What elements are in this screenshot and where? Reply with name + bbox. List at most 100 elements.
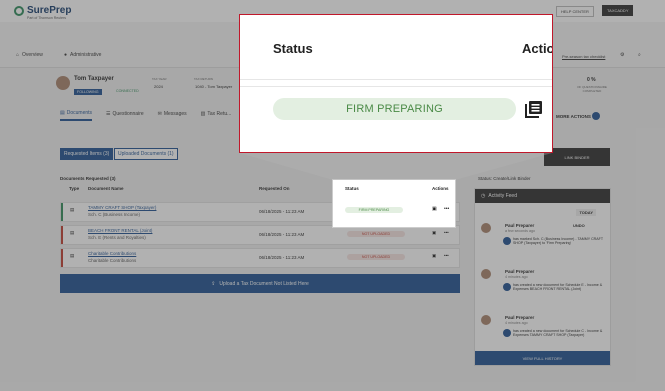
tax-return-icon: ▥ bbox=[200, 111, 206, 117]
zoom-status-header: Status bbox=[273, 41, 313, 56]
more-icon[interactable]: ••• bbox=[444, 230, 449, 235]
binder-icon[interactable]: ▣ bbox=[432, 253, 436, 259]
client-avatar bbox=[56, 76, 70, 90]
binder-icon[interactable] bbox=[524, 99, 544, 119]
link-binder-button[interactable]: LINK BINDER bbox=[544, 148, 610, 166]
upload-icon: ⇪ bbox=[211, 280, 216, 287]
brand-subtitle: Part of Thomson Reuters bbox=[27, 16, 67, 20]
brand-name: SurePrep bbox=[27, 5, 72, 16]
connected-badge: CONNECTED bbox=[116, 89, 139, 93]
tab-messages[interactable]: ✉ Messages bbox=[158, 110, 187, 121]
document-subtitle: Charitable Contributions bbox=[88, 258, 137, 263]
documents-heading: Documents Requested (3) bbox=[60, 176, 116, 181]
doc-type-icon: ▤ bbox=[70, 207, 75, 212]
col-document-name: Document Name bbox=[88, 186, 124, 191]
user-avatar bbox=[481, 315, 491, 325]
home-icon: ⌂ bbox=[16, 52, 20, 58]
feed-time: a few seconds ago bbox=[505, 229, 535, 233]
more-icon[interactable]: ••• bbox=[444, 206, 449, 212]
binder-icon[interactable]: ▣ bbox=[432, 230, 436, 236]
tab-messages-label: Messages bbox=[163, 111, 187, 117]
user-avatar bbox=[481, 269, 491, 279]
feed-text: has marked Sch. C (Business Income) - TA… bbox=[513, 237, 604, 246]
view-full-history-label: VIEW FULL HISTORY bbox=[522, 355, 563, 361]
col-type: Type bbox=[69, 186, 80, 191]
feed-author: Paul Preparer bbox=[505, 315, 535, 320]
row-status-bar bbox=[61, 203, 63, 221]
tab-bar: ▤ Documents ☰ Questionnaire ✉ Messages ▥ Tax… bbox=[60, 110, 231, 121]
document-link[interactable]: TAMMY CRAFT SHOP (Taxpayer) bbox=[88, 205, 156, 210]
feed-item: Paul Preparer 4 minutes ago has created … bbox=[481, 315, 602, 337]
questionnaire-percent-label: OF QUESTIONNAIRE COMPLETED bbox=[577, 85, 607, 93]
feed-item: Paul Preparer 4 minutes ago has created … bbox=[481, 269, 602, 291]
nav-administrative[interactable]: ● Administrative bbox=[64, 52, 101, 58]
upload-document-label: Upload a Tax Document Not Listed Here bbox=[219, 280, 309, 287]
spot-status-header: Status bbox=[345, 186, 359, 191]
account-menu-button[interactable]: TAXCADDY bbox=[602, 5, 634, 16]
zoom-status-label: FIRM PREPARING bbox=[346, 103, 443, 115]
more-icon[interactable]: ••• bbox=[444, 253, 449, 258]
upload-document-button[interactable]: ⇪ Upload a Tax Document Not Listed Here bbox=[60, 274, 460, 293]
view-full-history-button[interactable]: VIEW FULL HISTORY bbox=[475, 351, 610, 365]
zoom-actions-header: Actio bbox=[522, 41, 553, 56]
tab-uploaded-documents[interactable]: Uploaded Documents (1) bbox=[114, 148, 178, 160]
following-button[interactable]: FOLLOWING bbox=[74, 89, 102, 95]
logo[interactable]: SurePrep bbox=[14, 5, 71, 16]
requested-date: 06/18/2025 - 11:23 AM bbox=[259, 209, 305, 214]
clock-icon: ◷ bbox=[481, 193, 486, 199]
user-avatar bbox=[481, 223, 491, 233]
tab-requested-items[interactable]: Requested Items (3) bbox=[60, 148, 114, 160]
requested-date: 06/18/2025 - 11:23 AM bbox=[259, 232, 305, 237]
tab-tax-return-label: Tax Retu... bbox=[207, 111, 232, 117]
tab-questionnaire-label: Questionnaire bbox=[112, 111, 144, 117]
document-link[interactable]: Charitable Contributions bbox=[88, 251, 136, 256]
document-icon: ▤ bbox=[60, 110, 65, 116]
spotlight-area: Status Actions FIRM PREPARING ▣ ••• bbox=[333, 180, 455, 227]
feed-author: Paul Preparer bbox=[505, 269, 535, 274]
zoom-callout: Status Actio FIRM PREPARING bbox=[239, 14, 553, 153]
tax-return-label: TAX RETURN bbox=[194, 77, 213, 81]
more-actions-button[interactable]: MORE ACTIONS bbox=[556, 114, 591, 119]
status-badge: FIRM PREPARING bbox=[345, 207, 403, 213]
checklist-link[interactable]: Pre-season tax checklist bbox=[562, 54, 605, 59]
zoom-divider bbox=[240, 86, 552, 87]
doc-type-icon: ▤ bbox=[70, 230, 75, 235]
checklist-icon: ☰ bbox=[106, 111, 111, 117]
feed-text: has created a new document for Schedule … bbox=[513, 329, 603, 338]
help-center-button[interactable]: HELP CENTER bbox=[556, 6, 594, 17]
search-icon[interactable]: ⌕ bbox=[638, 52, 641, 58]
nav-administrative-label: Administrative bbox=[70, 52, 102, 58]
tab-questionnaire[interactable]: ☰ Questionnaire bbox=[106, 110, 144, 121]
tax-year-select[interactable]: 2024 bbox=[154, 84, 163, 89]
requested-date: 06/18/2025 - 11:23 AM bbox=[259, 255, 305, 260]
status-badge: NOT UPLOADED bbox=[347, 231, 405, 237]
tab-documents-label: Documents bbox=[66, 110, 93, 116]
tab-tax-return[interactable]: ▥ Tax Retu... bbox=[201, 110, 232, 121]
document-add-icon bbox=[503, 329, 511, 337]
feed-text: has created a new document for Schedule … bbox=[513, 283, 603, 292]
feed-author: Paul Preparer bbox=[505, 223, 535, 228]
row-status-bar bbox=[61, 249, 63, 267]
activity-feed: ◷ Activity Feed TODAY Paul Preparer UNDO … bbox=[474, 188, 611, 366]
gear-icon[interactable]: ⚙ bbox=[620, 52, 624, 58]
message-icon: ✉ bbox=[157, 111, 162, 117]
activity-feed-title: Activity Feed bbox=[488, 193, 517, 199]
tax-year-label: TAX YEAR bbox=[152, 77, 167, 81]
nav-overview-label: Overview bbox=[22, 52, 43, 58]
binder-icon[interactable]: ▣ bbox=[432, 206, 437, 212]
document-subtitle: Sch. E (Rents and Royalties) bbox=[88, 235, 146, 240]
tax-return-select[interactable]: 1040 - Tom Taxpayer bbox=[195, 84, 232, 89]
spot-actions-header: Actions bbox=[432, 186, 449, 191]
link-binder-label: LINK BINDER bbox=[564, 154, 590, 160]
col-requested-on: Requested On bbox=[259, 186, 290, 191]
binder-status: Status: Create/Link Binder bbox=[478, 176, 531, 181]
status-badge: NOT UPLOADED bbox=[347, 254, 405, 260]
zoom-divider bbox=[240, 79, 552, 80]
tab-documents[interactable]: ▤ Documents bbox=[60, 110, 93, 121]
edit-icon bbox=[503, 237, 511, 245]
nav-overview[interactable]: ⌂ Overview bbox=[16, 52, 43, 58]
undo-button[interactable]: UNDO bbox=[573, 223, 585, 228]
zoom-status-badge: FIRM PREPARING bbox=[273, 98, 516, 120]
chevron-right-icon[interactable] bbox=[592, 112, 600, 120]
document-link[interactable]: BEACH FRONT RENTAL (Joint) bbox=[88, 228, 152, 233]
